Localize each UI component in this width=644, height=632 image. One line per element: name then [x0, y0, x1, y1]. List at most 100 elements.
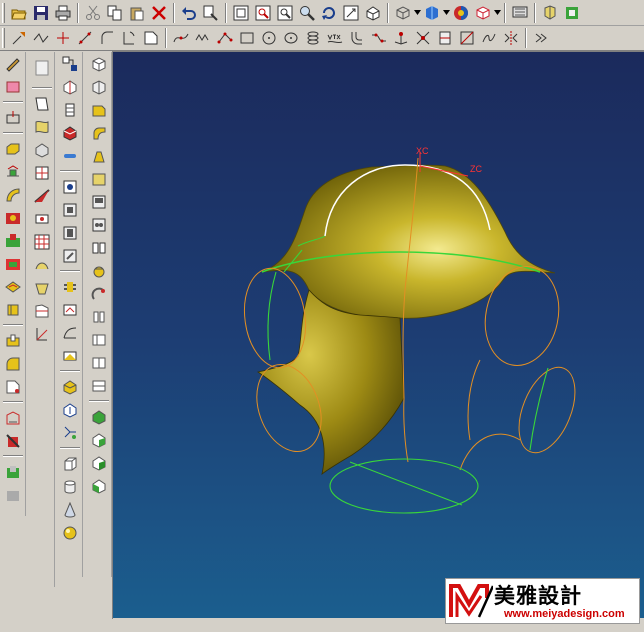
circle-icon[interactable]	[259, 28, 279, 48]
soft-blend-icon[interactable]	[89, 122, 109, 143]
trim-body-icon[interactable]	[3, 461, 23, 482]
paint-icon[interactable]	[89, 475, 109, 496]
toolbar-grip[interactable]	[2, 28, 5, 48]
bridge-curve-icon[interactable]	[369, 28, 389, 48]
boss-icon[interactable]	[3, 230, 23, 251]
move-feature-icon[interactable]	[60, 76, 80, 97]
extension-icon[interactable]	[32, 185, 52, 206]
bridge-face-icon[interactable]	[89, 168, 109, 189]
more-icon[interactable]	[531, 28, 551, 48]
project-curve-icon[interactable]	[391, 28, 411, 48]
offset-face-icon[interactable]	[60, 299, 80, 320]
print-icon[interactable]	[53, 3, 73, 23]
chevron-down-icon[interactable]	[414, 3, 421, 23]
arc-icon[interactable]	[97, 28, 117, 48]
rotate-icon[interactable]	[319, 3, 339, 23]
law-extension-icon[interactable]	[32, 323, 52, 344]
bounded-plane-icon[interactable]	[32, 139, 52, 160]
green-shade-icon[interactable]	[89, 452, 109, 473]
styled-blend-icon[interactable]	[89, 306, 109, 327]
crosshair-icon[interactable]	[53, 28, 73, 48]
wave-curve-icon[interactable]	[193, 28, 213, 48]
transform-icon[interactable]	[89, 406, 109, 427]
color-icon[interactable]	[473, 3, 493, 23]
spline-curve-icon[interactable]	[171, 28, 191, 48]
cylinder-icon[interactable]	[60, 476, 80, 497]
color-face-icon[interactable]	[89, 429, 109, 450]
promote-icon[interactable]	[60, 399, 80, 420]
replace-icon[interactable]	[60, 176, 80, 197]
scale-body-icon[interactable]	[60, 322, 80, 343]
sphere-icon[interactable]	[60, 522, 80, 543]
studio-surface-icon[interactable]	[89, 283, 109, 304]
zoom-in-out-icon[interactable]	[297, 3, 317, 23]
blend-icon[interactable]	[3, 353, 23, 374]
slot-icon[interactable]	[3, 299, 23, 320]
zoom-icon[interactable]	[275, 3, 295, 23]
groove-icon[interactable]	[3, 330, 23, 351]
reorder-icon[interactable]	[60, 99, 80, 120]
cone-icon[interactable]	[60, 499, 80, 520]
enlarge-icon[interactable]	[32, 277, 52, 298]
layer-icon[interactable]	[201, 3, 221, 23]
intersect-curve-icon[interactable]	[413, 28, 433, 48]
helix-icon[interactable]	[303, 28, 323, 48]
draft-icon[interactable]	[3, 430, 23, 451]
sweep-icon[interactable]	[3, 184, 23, 205]
global-shaping-icon[interactable]	[32, 254, 52, 275]
line-icon[interactable]	[75, 28, 95, 48]
chamfer-edge-icon[interactable]	[3, 376, 23, 397]
toolbar-grip[interactable]	[2, 2, 5, 23]
solid-cube-icon[interactable]	[89, 76, 109, 97]
block-icon[interactable]	[60, 453, 80, 474]
edit-feature-icon[interactable]	[60, 53, 80, 74]
flap-surface[interactable]	[256, 289, 405, 475]
copy-icon[interactable]	[105, 3, 125, 23]
chamfer-icon[interactable]	[141, 28, 161, 48]
suppress-icon[interactable]	[60, 122, 80, 143]
hole-icon[interactable]	[3, 207, 23, 228]
undo-icon[interactable]	[179, 3, 199, 23]
pad-icon[interactable]	[3, 276, 23, 297]
solid-block-icon[interactable]	[89, 53, 109, 74]
fillet-icon[interactable]	[119, 28, 139, 48]
zoom-window-icon[interactable]	[253, 3, 273, 23]
extrude-icon[interactable]	[3, 138, 23, 159]
wrap-icon[interactable]	[60, 345, 80, 366]
pattern-icon[interactable]	[60, 199, 80, 220]
refresh-icon[interactable]	[540, 3, 560, 23]
swept-surface-icon[interactable]	[32, 116, 52, 137]
patch-icon[interactable]	[60, 276, 80, 297]
point-set-icon[interactable]	[215, 28, 235, 48]
sew-icon[interactable]	[60, 245, 80, 266]
tools-icon[interactable]	[562, 3, 582, 23]
offset-curve-icon[interactable]	[347, 28, 367, 48]
offset-surface-icon[interactable]	[32, 208, 52, 229]
face-blend-icon[interactable]	[89, 99, 109, 120]
fit-view-icon[interactable]	[231, 3, 251, 23]
section-curve-icon[interactable]	[435, 28, 455, 48]
feature-icon[interactable]	[3, 76, 23, 97]
face-trim-icon[interactable]	[89, 329, 109, 350]
shell-icon[interactable]	[3, 407, 23, 428]
paste-icon[interactable]	[127, 3, 147, 23]
open-icon[interactable]	[9, 3, 29, 23]
unwrap-icon[interactable]	[60, 376, 80, 397]
rectangle-icon[interactable]	[237, 28, 257, 48]
chevron-down-icon[interactable]	[443, 3, 450, 23]
polyline-icon[interactable]	[31, 28, 51, 48]
instance-icon[interactable]	[60, 422, 80, 443]
silhouette-icon[interactable]	[89, 375, 109, 396]
text-curve-icon[interactable]	[325, 28, 345, 48]
pan-icon[interactable]	[341, 3, 361, 23]
graphics-viewport[interactable]: XC ZC	[113, 52, 644, 618]
revolve-icon[interactable]	[3, 161, 23, 182]
chevron-down-icon[interactable]	[494, 3, 501, 23]
ellipse-icon[interactable]	[281, 28, 301, 48]
n-sided-surface-icon[interactable]	[32, 162, 52, 183]
point-icon[interactable]	[9, 28, 29, 48]
datum-plane-icon[interactable]	[3, 107, 23, 128]
wireframe-icon[interactable]	[393, 3, 413, 23]
pocket-icon[interactable]	[3, 253, 23, 274]
shade-icon[interactable]	[451, 3, 471, 23]
